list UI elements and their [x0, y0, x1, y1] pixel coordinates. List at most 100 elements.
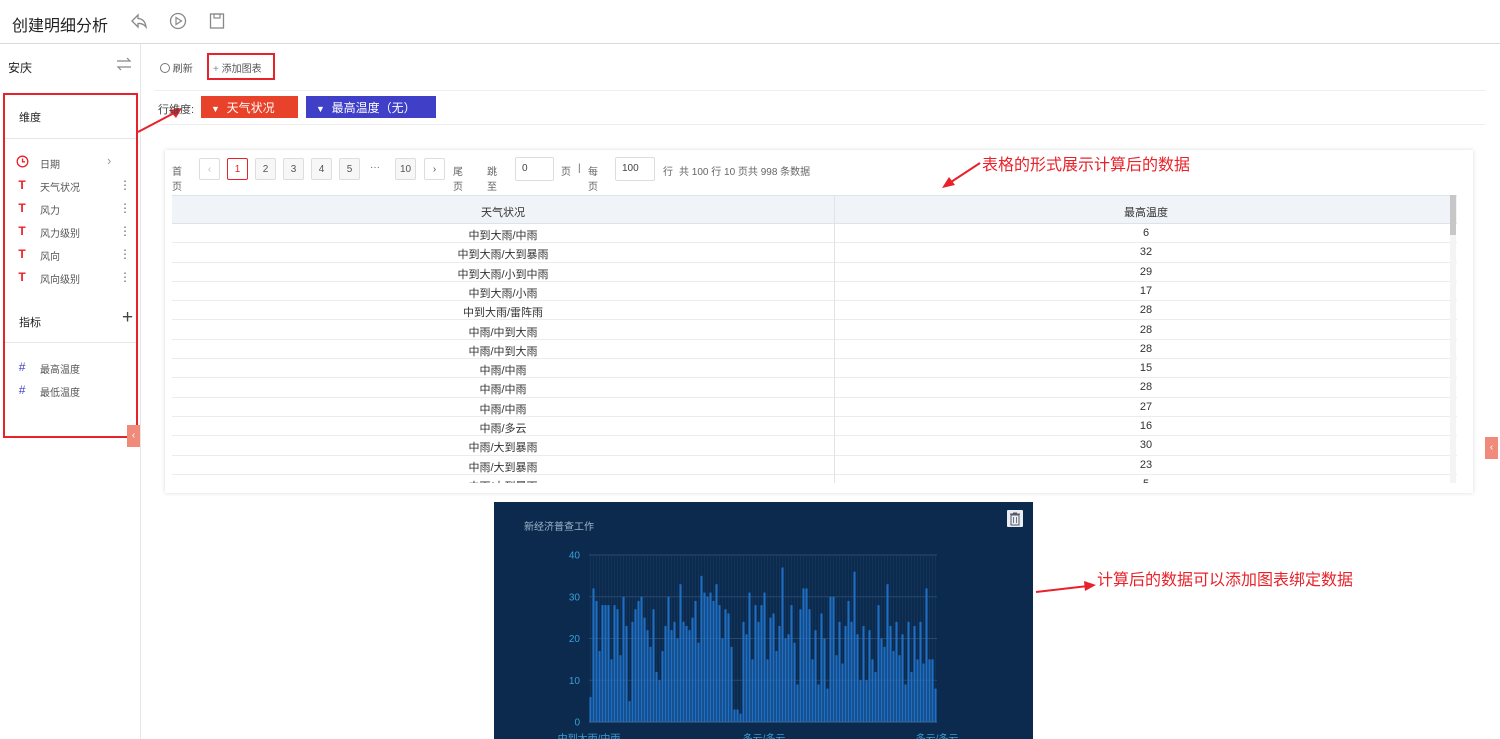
- table-row[interactable]: 中雨/大到暴雨 30: [172, 436, 1457, 456]
- refresh-button[interactable]: 刷新: [160, 60, 193, 75]
- save-icon[interactable]: [207, 11, 227, 31]
- bar: [853, 571, 856, 722]
- bar: [598, 651, 601, 722]
- chart-panel: 新经济普查工作 010203040中到大雨/中雨多云/多云多云/多云: [494, 502, 1033, 739]
- bar: [688, 630, 691, 722]
- table-row[interactable]: 中到大雨/大到暴雨 32: [172, 243, 1457, 263]
- bar: [793, 642, 796, 722]
- table-cell: 32: [1139, 246, 1153, 259]
- x-tick-label: 多云/多云: [916, 732, 959, 739]
- field-date[interactable]: 日期 ›: [15, 153, 135, 171]
- bar: [778, 625, 781, 722]
- page-button[interactable]: 2: [255, 158, 276, 180]
- bar: [682, 621, 685, 722]
- prev-page-button[interactable]: ‹: [199, 158, 220, 180]
- collapse-sidebar-button[interactable]: ‹: [127, 425, 140, 447]
- table-row[interactable]: 中到大雨/小到中雨 29: [172, 263, 1457, 282]
- page-button[interactable]: 1: [227, 158, 248, 180]
- bar: [685, 625, 688, 722]
- field-wind-level[interactable]: T 风力级别 ⋮: [15, 223, 135, 240]
- bar: [826, 688, 829, 722]
- next-page-button[interactable]: ›: [424, 158, 445, 180]
- jump-page-input[interactable]: 0: [515, 157, 554, 181]
- table-row[interactable]: 中到大雨/小雨 17: [172, 282, 1457, 302]
- add-metric-icon[interactable]: +: [122, 307, 133, 329]
- expand-right-panel-button[interactable]: ‹: [1485, 437, 1498, 459]
- field-weather[interactable]: T 天气状况 ⋮: [15, 177, 135, 194]
- last-page-link[interactable]: 尾页: [453, 163, 463, 193]
- bar: [835, 655, 838, 722]
- bar: [694, 600, 697, 722]
- table-row[interactable]: 中雨/大到暴雨5: [172, 475, 1457, 483]
- bar: [748, 592, 751, 722]
- more-options-icon[interactable]: ⋮: [119, 269, 131, 285]
- table-cell: 中雨/中到大雨: [468, 345, 538, 358]
- table-scrollbar[interactable]: [1450, 195, 1456, 483]
- table-scrollbar-thumb[interactable]: [1450, 195, 1456, 235]
- x-tick-label: 中到大雨/中雨: [558, 732, 621, 739]
- field-wind-direction[interactable]: T 风向 ⋮: [15, 246, 135, 263]
- bar: [724, 609, 727, 722]
- bar: [616, 609, 619, 722]
- table-row[interactable]: 中到大雨/中雨 6: [172, 224, 1457, 244]
- bar: [754, 605, 757, 722]
- more-options-icon[interactable]: ⋮: [119, 177, 131, 193]
- bar: [655, 671, 658, 722]
- column-header[interactable]: 最高温度: [835, 204, 1457, 220]
- table-row[interactable]: 中雨/大到暴雨 23: [172, 456, 1457, 475]
- bar: [613, 605, 616, 722]
- bar: [850, 621, 853, 722]
- page-button[interactable]: 4: [311, 158, 332, 180]
- column-header[interactable]: 天气状况: [172, 204, 834, 220]
- pagination-summary: 共 100 行 10 页共 998 条数据: [679, 167, 811, 178]
- per-page-input[interactable]: 100: [615, 157, 655, 181]
- dimension-chip-max-temp[interactable]: ▼ 最高温度（无）: [306, 96, 436, 118]
- bar: [913, 625, 916, 722]
- bar: [925, 588, 928, 722]
- bar: [922, 663, 925, 722]
- column-divider: [834, 195, 835, 483]
- metrics-title: 指标: [19, 317, 41, 329]
- page-button[interactable]: 10: [395, 158, 416, 180]
- table-row[interactable]: 中到大雨/雷阵雨 28: [172, 301, 1457, 321]
- bar: [886, 584, 889, 722]
- preview-play-icon[interactable]: [168, 11, 188, 31]
- more-options-icon[interactable]: ⋮: [119, 200, 131, 216]
- bar: [730, 646, 733, 722]
- bar: [856, 634, 859, 722]
- table-row[interactable]: 中雨/中雨 28: [172, 378, 1457, 398]
- page-button[interactable]: 5: [339, 158, 360, 180]
- expand-arrow-icon[interactable]: ›: [107, 153, 111, 168]
- undo-icon[interactable]: [129, 11, 149, 31]
- bar: [865, 680, 868, 722]
- divider: [5, 138, 136, 139]
- data-table: 天气状况 最高温度 中到大雨/中雨 6 中到大雨/大到暴雨 32 中到大雨/小到中雨 29…: [172, 195, 1457, 483]
- table-cell: 15: [1139, 362, 1153, 375]
- bar: [640, 596, 643, 722]
- bar: [628, 701, 631, 722]
- table-row[interactable]: 中雨/中到大雨 28: [172, 321, 1457, 340]
- first-page-link[interactable]: 首页: [172, 163, 182, 193]
- bar: [916, 659, 919, 722]
- bar: [889, 625, 892, 722]
- field-min-temp[interactable]: # 最低温度: [15, 382, 135, 399]
- more-options-icon[interactable]: ⋮: [119, 246, 131, 262]
- table-header: 天气状况 最高温度: [172, 195, 1457, 224]
- bar: [877, 605, 880, 722]
- table-row[interactable]: 中雨/多云 16: [172, 417, 1457, 437]
- page-button[interactable]: 3: [283, 158, 304, 180]
- table-row[interactable]: 中雨/中雨 27: [172, 398, 1457, 417]
- switch-dataset-icon[interactable]: [116, 57, 132, 71]
- field-wind-force[interactable]: T 风力 ⋮: [15, 200, 135, 217]
- bar: [832, 596, 835, 722]
- field-wind-direction-level[interactable]: T 风向级别 ⋮: [15, 269, 135, 286]
- dimension-chip-weather[interactable]: ▼ 天气状况: [201, 96, 298, 118]
- bar: [799, 609, 802, 722]
- field-list-panel: 维度 日期 › T 天气状况 ⋮ T 风力 ⋮ T 风力级别 ⋮ T 风向 ⋮: [3, 93, 138, 438]
- table-cell: 中到大雨/中雨: [468, 230, 538, 242]
- table-row[interactable]: 中雨/中雨 15: [172, 359, 1457, 379]
- field-max-temp[interactable]: # 最高温度: [15, 359, 135, 376]
- add-chart-button[interactable]: + 添加图表: [207, 53, 275, 80]
- table-row[interactable]: 中雨/中到大雨 28: [172, 340, 1457, 360]
- more-options-icon[interactable]: ⋮: [119, 223, 131, 239]
